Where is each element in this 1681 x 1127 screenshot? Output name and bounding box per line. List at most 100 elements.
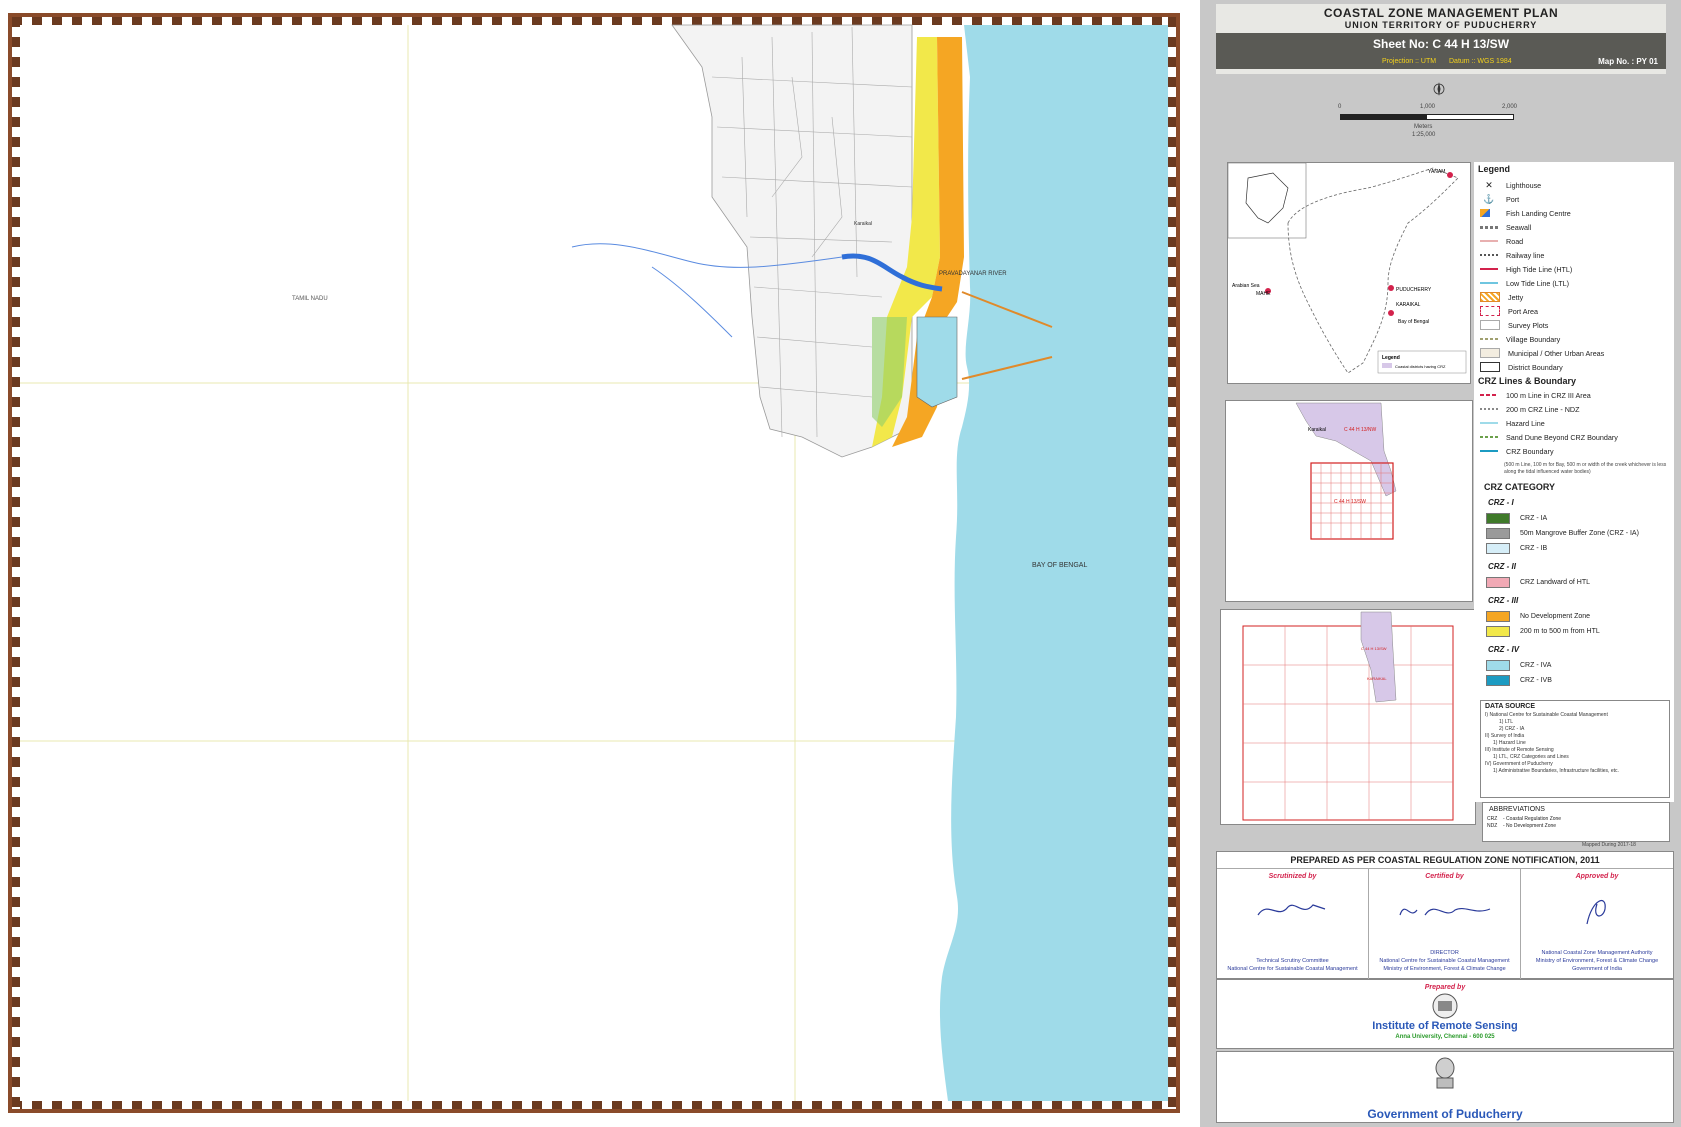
institute-emblem-icon: [1429, 992, 1461, 1020]
locator-yanam: YANAM: [1428, 169, 1445, 175]
certification-panel: PREPARED AS PER COASTAL REGULATION ZONE …: [1216, 851, 1674, 979]
zone-200-500-swatch: [1486, 626, 1510, 637]
crz-item: CRZ - IVB: [1486, 673, 1674, 688]
sheet-number: Sheet No: C 44 H 13/SW: [1216, 33, 1666, 55]
crz-lines-title: CRZ Lines & Boundary: [1478, 376, 1577, 386]
scale-bar: 0 1,000 2,000 Meters 1:25,000: [1338, 104, 1540, 144]
abbreviations-panel: ABBREVIATIONS CRZ - Coastal Regulation Zo…: [1482, 802, 1670, 842]
crz-iii-items: No Development Zone 200 m to 500 m from …: [1486, 609, 1674, 639]
crz-line-item: 200 m CRZ Line - NDZ: [1480, 402, 1674, 416]
legend-item: Municipal / Other Urban Areas: [1480, 346, 1674, 360]
approved-head: Approved by: [1575, 873, 1619, 880]
abbr-row: NDZ - No Development Zone: [1487, 823, 1557, 829]
crz-iii-heading: CRZ - III: [1488, 596, 1519, 605]
hazard-line: [1480, 422, 1498, 424]
legend-items: ✕ Lighthouse ⚓ Port Fish Landing Centre Se…: [1480, 178, 1674, 374]
certified-head: Certified by: [1425, 873, 1464, 880]
map-canvas[interactable]: TAMIL NADU BAY OF BENGAL PRAVADAYANAR RI…: [12, 17, 1176, 1109]
projection-bar: Projection :: UTM Datum :: WGS 1984 Map …: [1216, 55, 1666, 69]
projection-text: Projection :: UTM: [1382, 58, 1437, 65]
port-basin: [916, 316, 958, 408]
htl-line: [1480, 268, 1498, 270]
map-frame: TAMIL NADU BAY OF BENGAL PRAVADAYANAR RI…: [8, 13, 1180, 1113]
road-line: [1480, 240, 1498, 242]
institute-address: Anna University, Chennai - 600 025: [1395, 1034, 1495, 1040]
abbreviations-title: ABBREVIATIONS: [1489, 806, 1545, 813]
legend-item: Village Boundary: [1480, 332, 1674, 346]
locator-legend-item: Coastal districts having CRZ: [1395, 364, 1446, 369]
sand-dune-line: [1480, 436, 1498, 438]
certified-col: Certified by DIRECTOR National Centre for…: [1369, 869, 1521, 979]
legend-item: Fish Landing Centre: [1480, 206, 1674, 220]
crz-item: CRZ - IVA: [1486, 658, 1674, 673]
lighthouse-icon: ✕: [1485, 180, 1493, 190]
map-number: Map No. : PY 01: [1598, 57, 1658, 66]
crz-note: (500 m Line, 100 m for Bay, 500 m or wid…: [1504, 462, 1667, 475]
crz-ivb-swatch: [1486, 675, 1510, 686]
government-panel: Government of Puducherry: [1216, 1051, 1674, 1123]
crz-boundary-line: [1480, 450, 1498, 452]
legend-item: Seawall: [1480, 220, 1674, 234]
page-title: COASTAL ZONE MANAGEMENT PLAN: [1323, 6, 1559, 20]
prepared-by-panel: Prepared by Institute of Remote Sensing …: [1216, 979, 1674, 1049]
scale-tick-1: 1,000: [1420, 104, 1436, 110]
ndz-swatch: [1486, 611, 1510, 622]
scrutinized-col: Scrutinized by Technical Scrutiny Commit…: [1217, 869, 1369, 979]
legend-item: Jetty: [1480, 290, 1674, 304]
signature-approved: [1586, 899, 1606, 925]
crz-200m-line: [1480, 408, 1498, 410]
approved-col: Approved by National Coastal Zone Manage…: [1521, 869, 1673, 979]
legend-item: ⚓ Port: [1480, 192, 1674, 206]
crz-item: CRZ - IA: [1486, 511, 1674, 526]
title-block: COASTAL ZONE MANAGEMENT PLAN UNION TERRI…: [1216, 4, 1666, 74]
railway-line: [1480, 254, 1498, 256]
crz-iv-items: CRZ - IVA CRZ - IVB: [1486, 658, 1674, 688]
legend-item: Road: [1480, 234, 1674, 248]
crz-ib-swatch: [1486, 543, 1510, 554]
data-source-lines: I) National Centre for Sustainable Coast…: [1485, 712, 1619, 774]
district-boundary-swatch: [1480, 362, 1500, 372]
fish-landing-icon: [1480, 209, 1490, 217]
data-source-title: DATA SOURCE: [1485, 703, 1536, 710]
locator-bay-of-bengal: Bay of Bengal: [1398, 319, 1429, 325]
datum-text: Datum :: WGS 1984: [1449, 58, 1512, 65]
label-bay-of-bengal: BAY OF BENGAL: [1032, 562, 1087, 569]
crz-ia-swatch: [1486, 513, 1510, 524]
crz-line-item: Hazard Line: [1480, 416, 1674, 430]
crz-landward-swatch: [1486, 577, 1510, 588]
crz-item: 50m Mangrove Buffer Zone (CRZ - IA): [1486, 526, 1674, 541]
scale-tick-0: 0: [1338, 104, 1342, 110]
survey-plots-swatch: [1480, 320, 1500, 330]
legend-item: Low Tide Line (LTL): [1480, 276, 1674, 290]
sheet-index-bottom: C 44 H 13/SW KARAIKAL: [1220, 609, 1476, 825]
crz-ii-heading: CRZ - II: [1488, 562, 1516, 571]
locator-arabian-sea: Arabian Sea: [1232, 283, 1260, 289]
urban-swatch: [1480, 348, 1500, 358]
scale-bar-graphic: [1340, 114, 1514, 120]
crz-iv-heading: CRZ - IV: [1488, 645, 1520, 654]
mapped-during: Mapped During 2017-18: [1582, 842, 1636, 848]
index2-label-b: KARAIKAL: [1367, 676, 1387, 681]
national-emblem-icon: [1431, 1056, 1459, 1096]
crz-100m-line: [1480, 394, 1498, 396]
crz-i-heading: CRZ - I: [1488, 498, 1514, 507]
index1-sheet-a: C 44 H 13/NW: [1344, 427, 1377, 433]
crz-item: CRZ Landward of HTL: [1486, 575, 1674, 590]
legend-item: Railway line: [1480, 248, 1674, 262]
legend-item: ✕ Lighthouse: [1480, 178, 1674, 192]
label-tamil-nadu: TAMIL NADU: [292, 296, 328, 302]
legend-item: Port Area: [1480, 304, 1674, 318]
locator-map: YANAM PUDUCHERRY KARAIKAL Arabian Sea MA…: [1227, 162, 1471, 384]
port-icon: ⚓: [1483, 194, 1495, 204]
compass-rose-icon: [1432, 82, 1446, 96]
crz-category-title: CRZ CATEGORY: [1484, 482, 1555, 492]
crz-ii-items: CRZ Landward of HTL: [1486, 575, 1674, 590]
locator-mahe: MAHE: [1256, 291, 1271, 297]
legend-item: Survey Plots: [1480, 318, 1674, 332]
prepared-as-per: PREPARED AS PER COASTAL REGULATION ZONE …: [1290, 855, 1600, 865]
locator-puducherry: PUDUCHERRY: [1396, 287, 1432, 293]
seawall-line: [1480, 225, 1498, 229]
crz-item: CRZ - IB: [1486, 541, 1674, 556]
data-source-panel: DATA SOURCE I) National Centre for Susta…: [1480, 700, 1670, 798]
signature-certified: [1399, 907, 1491, 916]
